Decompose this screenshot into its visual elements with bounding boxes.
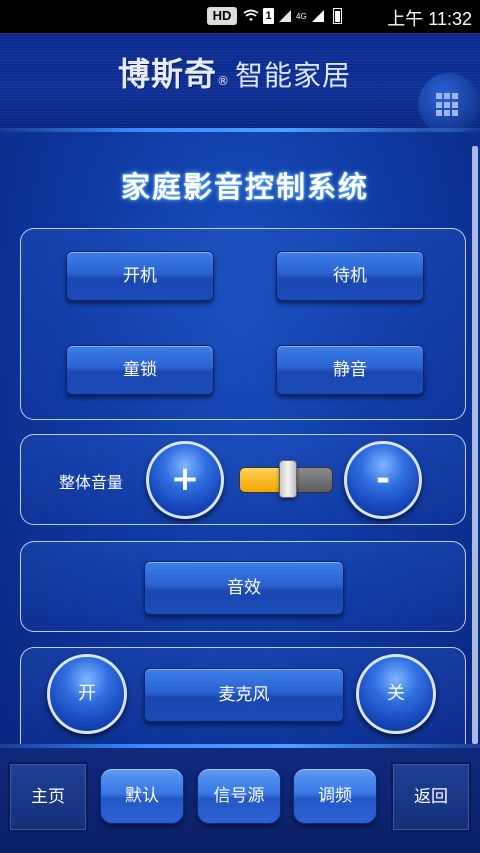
scrollbar[interactable] bbox=[472, 146, 478, 744]
standby-button[interactable]: 待机 bbox=[276, 251, 424, 301]
network-type: 4G bbox=[296, 11, 307, 21]
brand-name: 博斯奇 bbox=[118, 55, 218, 93]
sim-icon: 1 bbox=[263, 8, 274, 24]
power-panel: 开机 待机 童锁 静音 bbox=[20, 228, 466, 420]
status-icons: 1 4G bbox=[243, 6, 342, 26]
status-bar: HD 1 4G 上午 11:32 bbox=[0, 0, 480, 33]
nav-back[interactable]: 返回 bbox=[391, 762, 471, 832]
nav-default[interactable]: 默认 bbox=[100, 768, 184, 824]
clock: 上午 11:32 bbox=[387, 9, 472, 29]
volume-up-button[interactable]: + bbox=[146, 441, 224, 519]
battery-icon bbox=[332, 8, 342, 24]
hd-badge: HD bbox=[207, 7, 237, 25]
mic-on-button[interactable]: 开 bbox=[47, 654, 127, 734]
volume-down-button[interactable]: - bbox=[344, 441, 422, 519]
mic-off-button[interactable]: 关 bbox=[356, 654, 436, 734]
nav-home[interactable]: 主页 bbox=[8, 762, 88, 832]
signal-icon-sim2 bbox=[311, 10, 324, 22]
child-lock-button[interactable]: 童锁 bbox=[66, 345, 214, 395]
mute-button[interactable]: 静音 bbox=[276, 345, 424, 395]
brand-logo: 博斯奇 ® 智能家居 bbox=[118, 49, 351, 93]
effect-panel: 音效 bbox=[20, 541, 466, 632]
microphone-button[interactable]: 麦克风 bbox=[144, 668, 344, 722]
app-header: 博斯奇 ® 智能家居 bbox=[0, 33, 480, 135]
signal-icon-sim1 bbox=[279, 10, 291, 22]
power-on-button[interactable]: 开机 bbox=[66, 251, 214, 301]
registered-mark: ® bbox=[217, 74, 230, 88]
volume-label: 整体音量 bbox=[59, 473, 124, 492]
main-content[interactable]: 家庭影音控制系统 开机 待机 童锁 静音 整体音量 + - 音效 开 麦克风 关 bbox=[0, 132, 480, 744]
scrollbar-thumb[interactable] bbox=[472, 146, 478, 744]
sound-effect-button[interactable]: 音效 bbox=[144, 561, 344, 615]
wifi-icon bbox=[243, 9, 259, 21]
microphone-panel: 开 麦克风 关 bbox=[20, 647, 466, 744]
volume-slider-handle[interactable] bbox=[279, 460, 297, 498]
nav-tuning[interactable]: 调频 bbox=[293, 768, 377, 824]
menu-button[interactable] bbox=[418, 73, 480, 135]
bottom-nav: 主页 默认 信号源 调频 返回 bbox=[0, 744, 480, 853]
volume-panel: 整体音量 + - bbox=[20, 434, 466, 525]
bottom-divider bbox=[0, 744, 480, 748]
nav-source[interactable]: 信号源 bbox=[197, 768, 281, 824]
brand-tagline: 智能家居 bbox=[235, 59, 352, 92]
grid-icon bbox=[436, 93, 460, 117]
page-title: 家庭影音控制系统 bbox=[120, 170, 369, 204]
